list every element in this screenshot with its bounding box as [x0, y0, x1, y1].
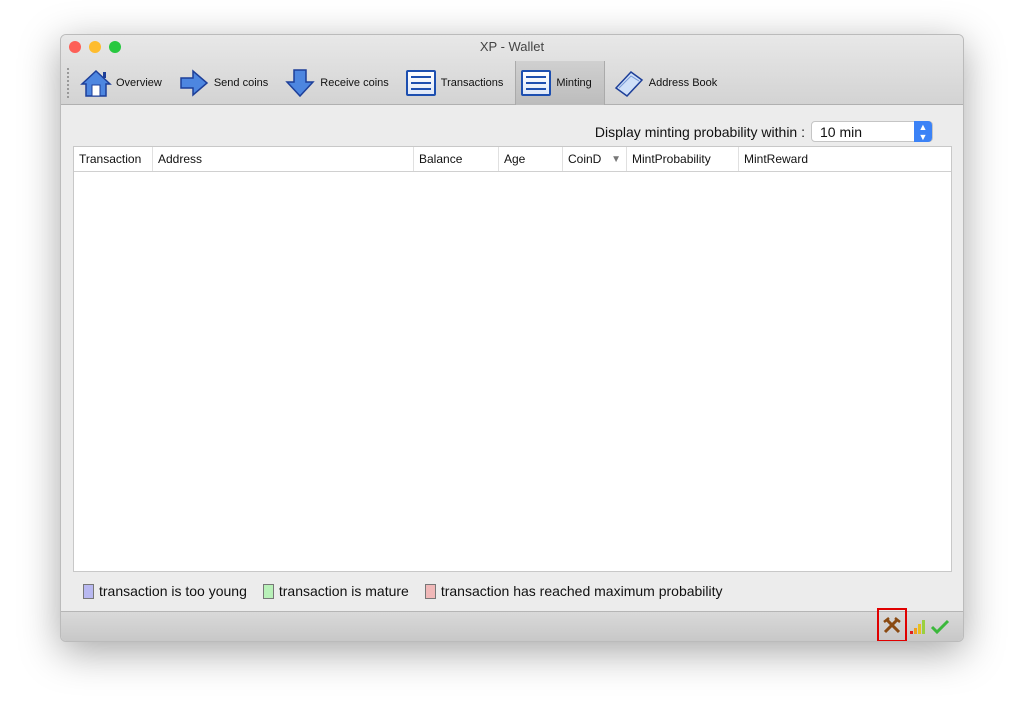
arrow-right-icon — [178, 68, 210, 98]
legend-item-max: transaction has reached maximum probabil… — [424, 583, 723, 599]
table-header: Transaction Address Balance Age CoinD ▼ M… — [74, 147, 951, 172]
toolbar-receive-coins[interactable]: Receive coins — [280, 61, 400, 105]
column-header-coind[interactable]: CoinD ▼ — [563, 147, 627, 171]
legend-item-young: transaction is too young — [83, 583, 247, 599]
chevron-updown-icon: ▲ ▼ — [914, 121, 932, 142]
legend-item-mature: transaction is mature — [262, 583, 409, 599]
minting-table: Transaction Address Balance Age CoinD ▼ M… — [73, 146, 952, 572]
probability-window-select[interactable]: 10 min ▲ ▼ — [811, 121, 933, 142]
toolbar-overview[interactable]: Overview — [76, 61, 174, 105]
home-icon — [80, 68, 112, 98]
legend: transaction is too young transaction is … — [83, 583, 723, 599]
list-icon — [405, 68, 437, 98]
swatch — [262, 583, 274, 599]
title-toolbar: XP - Wallet Overview Send coins Receive … — [61, 35, 963, 105]
swatch — [424, 583, 436, 599]
signal-strength-icon[interactable] — [908, 612, 928, 641]
column-header-mintreward[interactable]: MintReward — [739, 147, 951, 171]
mining-icon[interactable] — [877, 608, 907, 641]
toolbar: Overview Send coins Receive coins Transa… — [67, 61, 729, 105]
arrow-down-icon — [284, 68, 316, 98]
column-header-mintprobability[interactable]: MintProbability — [627, 147, 739, 171]
toolbar-transactions[interactable]: Transactions — [401, 61, 516, 105]
column-header-address[interactable]: Address — [153, 147, 414, 171]
minting-filter: Display minting probability within : 10 … — [595, 121, 933, 142]
filter-label: Display minting probability within : — [594, 123, 805, 140]
column-header-balance[interactable]: Balance — [414, 147, 499, 171]
toolbar-address-book[interactable]: Address Book — [605, 61, 729, 105]
swatch — [83, 583, 94, 599]
toolbar-send-coins[interactable]: Send coins — [174, 61, 280, 105]
list-icon — [520, 68, 552, 98]
book-icon — [613, 68, 645, 98]
sort-descending-icon: ▼ — [611, 154, 621, 165]
wallet-window: XP - Wallet Overview Send coins Receive … — [60, 34, 964, 642]
synced-check-icon[interactable] — [929, 612, 951, 641]
toolbar-minting[interactable]: Minting — [515, 61, 605, 105]
status-bar — [61, 608, 963, 641]
column-header-transaction[interactable]: Transaction — [74, 147, 153, 171]
toolbar-grip[interactable] — [67, 68, 70, 98]
column-header-age[interactable]: Age — [499, 147, 563, 171]
window-title: XP - Wallet — [479, 39, 545, 54]
